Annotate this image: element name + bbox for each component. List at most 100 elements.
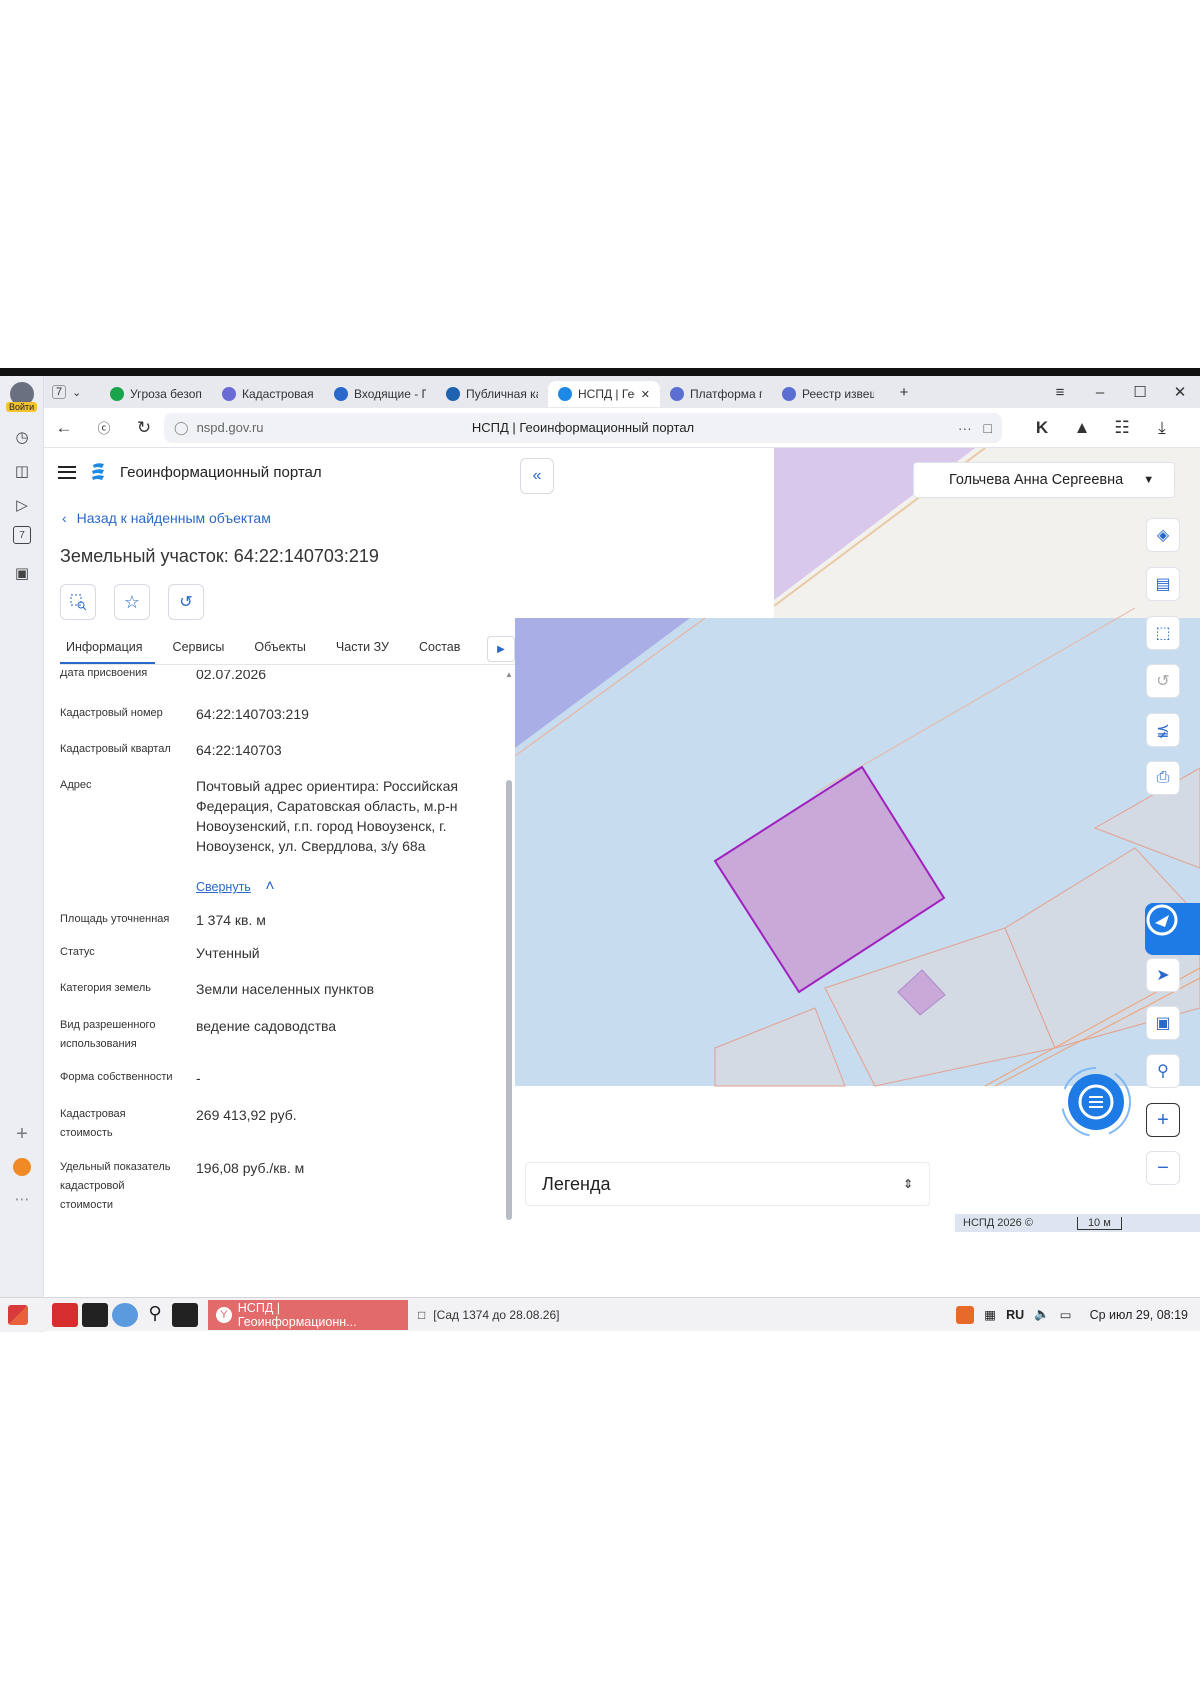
collapse-panel-button[interactable]: «	[520, 458, 554, 494]
maximize-button[interactable]: ☐	[1120, 383, 1160, 401]
tray-box-icon[interactable]	[956, 1305, 975, 1324]
user-name: Гольчева Анна Сергеевна	[949, 472, 1124, 488]
legend-toggle[interactable]: Легенда ⇕	[525, 1162, 930, 1206]
tabs-scroll-right-button[interactable]: ▶	[487, 636, 515, 662]
new-tab-button[interactable]: +	[884, 384, 924, 401]
info-scrollbar[interactable]: ▲ ▼	[505, 670, 513, 1325]
scroll-up-icon[interactable]: ▲	[505, 670, 513, 679]
reminder-text: [Сад 1374 до 28.08.26]	[433, 1307, 560, 1322]
history-icon: ↺	[1156, 673, 1170, 690]
tabs-divider	[60, 664, 515, 665]
search-icon[interactable]: ⚲	[142, 1303, 168, 1327]
browser-tab[interactable]: НСПД | Геои ✕	[548, 381, 660, 407]
display-icon[interactable]: ▭	[1060, 1307, 1072, 1322]
close-window-button[interactable]: ✕	[1160, 383, 1200, 401]
info-label: Дата присвоения	[60, 670, 148, 679]
clock[interactable]: Ср июл 29, 08:19	[1090, 1308, 1188, 1322]
extension-k-icon[interactable]: K	[1022, 418, 1062, 438]
info-value: -	[196, 1070, 201, 1086]
screenshot-icon[interactable]: ▣	[9, 560, 35, 586]
history-button[interactable]: ↺	[168, 584, 204, 620]
close-tab-icon[interactable]: ✕	[641, 388, 650, 401]
info-value: 64:22:140703	[196, 742, 282, 758]
show-on-map-button[interactable]	[60, 584, 96, 620]
browser-tab[interactable]: Публичная кад	[436, 381, 548, 407]
calendar-icon[interactable]: 7	[13, 526, 31, 544]
zoom-in-button[interactable]: +	[1146, 1103, 1180, 1137]
hamburger-menu-icon[interactable]	[58, 465, 76, 479]
screen: Войти ◷ ◫ ▷ 7 ▣ + ⋯ 7 ⌄ Угроза безопа Кад…	[0, 368, 1200, 1332]
terminal-icon[interactable]	[82, 1302, 108, 1327]
yandex-browser-icon: Y	[216, 1306, 232, 1323]
extension-shield-icon[interactable]: ▲	[1062, 418, 1102, 438]
tab-item[interactable]: Состав	[413, 634, 472, 664]
collections-icon[interactable]: ◫	[9, 458, 35, 484]
navigation-arrow-icon: ➤	[1156, 967, 1170, 984]
page-title: НСПД | Геоинформационный портал	[471, 420, 695, 435]
more-icon[interactable]: ···	[958, 420, 972, 436]
favorite-button[interactable]: ☆	[114, 584, 150, 620]
info-label: Кадастровый номер	[60, 707, 163, 719]
minimap-button[interactable]: ▣	[1146, 1006, 1180, 1040]
object-actions: ☆ ↺	[60, 584, 204, 620]
print-button[interactable]: ⎙	[1146, 761, 1180, 795]
yandex-home-icon[interactable]: ⓒ	[84, 418, 124, 437]
tab-count-button[interactable]: 7 ⌄	[52, 381, 96, 403]
file-manager-icon[interactable]	[52, 1302, 78, 1327]
browser-tab[interactable]: Кадастровая к	[212, 381, 324, 407]
area-search-icon: ⬚	[1155, 625, 1171, 642]
collapse-address-link[interactable]: Свернуть ˄	[196, 878, 275, 896]
browser-tab[interactable]: Платформа го	[660, 381, 772, 407]
browser-tab[interactable]: Угроза безопа	[100, 381, 212, 407]
tab-info[interactable]: Информация	[60, 634, 155, 664]
chat-button[interactable]	[1060, 1066, 1132, 1138]
history-icon[interactable]: ◷	[9, 424, 35, 450]
scale-label: 10 м	[1087, 1216, 1111, 1229]
tab-label: НСПД | Геои	[578, 387, 635, 401]
download-icon[interactable]: ⤓	[1142, 418, 1182, 438]
geolocate-button[interactable]: ➤	[1146, 958, 1180, 992]
map-canvas[interactable]: Гольчева Анна Сергеевна ▼ ◈ ▤ ⬚ ↺ ⪵ ⎙ ➤ …	[515, 448, 1200, 1332]
more-icon[interactable]: ⋯	[9, 1186, 35, 1212]
profile-button[interactable]: Войти	[4, 382, 40, 416]
share-button[interactable]: ⪵	[1146, 713, 1180, 747]
user-menu-button[interactable]: Гольчева Анна Сергеевна ▼	[913, 462, 1175, 498]
browser-tab[interactable]: Реестр извещ	[772, 381, 884, 407]
mail-app-icon[interactable]	[9, 1154, 35, 1180]
tab-label: Платформа го	[690, 387, 762, 401]
bookmark-icon[interactable]: □	[984, 420, 992, 436]
tab-item[interactable]: Сервисы	[167, 634, 237, 664]
tab-item[interactable]: Объекты	[248, 634, 318, 664]
url-field[interactable]: ◯ nspd.gov.ru НСПД | Геоинформационный п…	[164, 412, 1002, 443]
zoom-out-button[interactable]: −	[1146, 1151, 1180, 1185]
url-actions: ··· □	[958, 420, 992, 436]
app-window-icon[interactable]	[172, 1302, 198, 1327]
minimize-button[interactable]: –	[1080, 384, 1120, 401]
tab-item[interactable]: Части ЗУ	[330, 634, 401, 664]
back-arrow-icon[interactable]: ←	[44, 418, 84, 438]
feedback-button[interactable]	[1145, 903, 1200, 955]
info-label: Вид разрешенного использования	[60, 1019, 156, 1050]
area-search-button[interactable]: ⬚	[1146, 616, 1180, 650]
tray-network-icon[interactable]: ▦	[984, 1307, 996, 1322]
start-menu-icon[interactable]	[8, 1304, 28, 1325]
browser-tab[interactable]: Входящие - По	[324, 381, 436, 407]
taskbar-reminder[interactable]: □ [Сад 1374 до 28.08.26]	[418, 1308, 559, 1322]
scroll-thumb[interactable]	[506, 780, 512, 1220]
taskbar-active-window[interactable]: Y НСПД | Геоинформационн...	[208, 1299, 408, 1330]
search-location-button[interactable]: ⚲	[1146, 1054, 1180, 1088]
ruler-button[interactable]: ▤	[1146, 567, 1180, 601]
volume-icon[interactable]: 🔈	[1034, 1307, 1050, 1322]
info-label: Адрес	[60, 779, 92, 791]
browser-app-icon[interactable]	[112, 1302, 138, 1327]
layers-button[interactable]: ◈	[1146, 518, 1180, 552]
add-panel-icon[interactable]: +	[9, 1121, 35, 1147]
reload-icon[interactable]: ↻	[124, 418, 164, 438]
back-to-results-link[interactable]: ‹ Назад к найденным объектам	[62, 510, 271, 526]
login-badge[interactable]: Войти	[6, 402, 38, 412]
keyboard-layout[interactable]: RU	[1006, 1308, 1024, 1322]
play-icon[interactable]: ▷	[9, 492, 35, 518]
history-map-button[interactable]: ↺	[1146, 664, 1180, 698]
menu-icon[interactable]: ≡	[1040, 384, 1080, 401]
extension-puzzle-icon[interactable]: ☷	[1102, 418, 1142, 438]
